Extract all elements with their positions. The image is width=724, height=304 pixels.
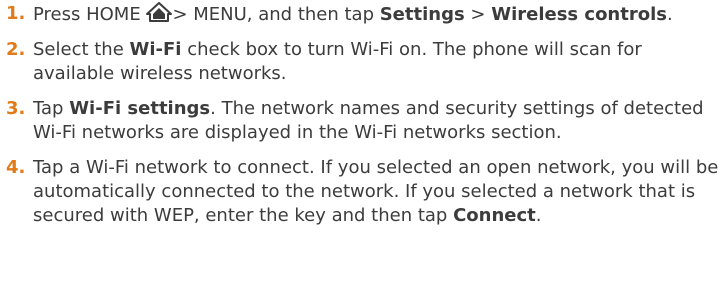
step-text: > MENU, and then tap [172, 4, 380, 25]
step-text: Tap [33, 98, 70, 119]
instruction-page: 1. Press HOME > MENU, and then tap Setti… [0, 0, 724, 304]
step-3: 3. Tap Wi-Fi settings. The network names… [0, 97, 724, 145]
settings-label: Settings [379, 4, 465, 25]
wifi-label: Wi-Fi [129, 39, 182, 60]
step-text: . [535, 205, 542, 226]
step-text: Tap a Wi-Fi network to connect. If you s… [33, 157, 719, 226]
step-text: . [666, 4, 673, 25]
step-number: 2. [6, 39, 26, 60]
step-number: 3. [6, 98, 26, 119]
step-text: Press HOME [33, 4, 147, 25]
step-number: 1. [6, 3, 26, 24]
step-text: > [464, 4, 492, 25]
connect-label: Connect [453, 205, 536, 226]
steps-list: 1. Press HOME > MENU, and then tap Setti… [0, 2, 724, 239]
home-icon [146, 2, 173, 22]
step-4: 4. Tap a Wi-Fi network to connect. If yo… [0, 156, 724, 228]
wireless-controls-label: Wireless controls [491, 4, 667, 25]
step-number: 4. [6, 157, 26, 178]
step-1: 1. Press HOME > MENU, and then tap Setti… [0, 2, 724, 27]
step-2: 2. Select the Wi-Fi check box to turn Wi… [0, 38, 724, 86]
wifi-settings-label: Wi-Fi settings [69, 98, 211, 119]
step-text: Select the [33, 39, 130, 60]
